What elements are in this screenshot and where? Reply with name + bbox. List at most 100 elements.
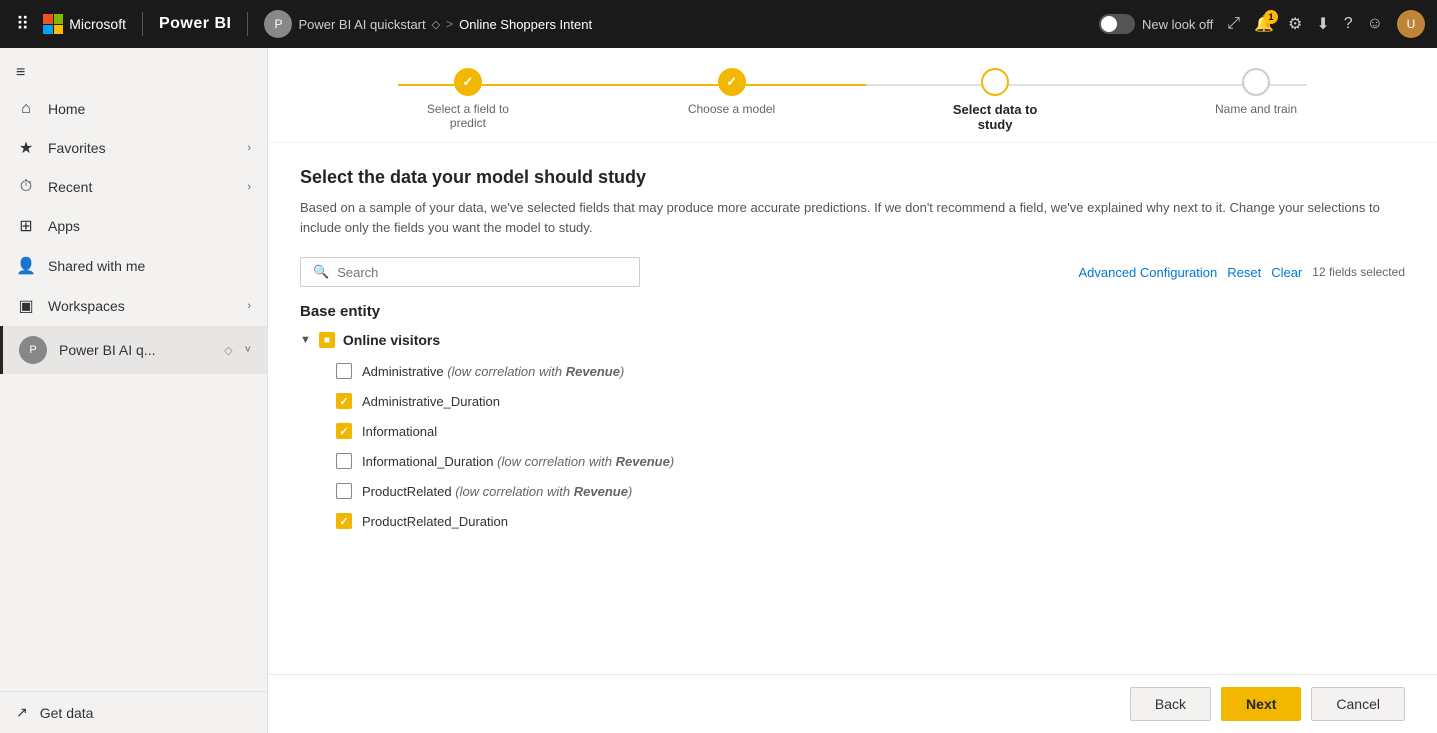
reset-link[interactable]: Reset bbox=[1227, 265, 1261, 280]
sidebar-item-label: Recent bbox=[48, 179, 235, 195]
notifications-icon[interactable]: 🔔 1 bbox=[1254, 14, 1274, 34]
field-admin-duration-label: Administrative_Duration bbox=[362, 394, 500, 409]
wizard-step-4[interactable]: Name and train bbox=[1215, 68, 1297, 116]
step2-label: Choose a model bbox=[688, 102, 775, 116]
diamond-icon: ◇ bbox=[432, 18, 440, 31]
microsoft-label: Microsoft bbox=[69, 16, 126, 32]
field-item: ProductRelated_Duration bbox=[336, 506, 1405, 536]
sidebar-item-shared[interactable]: 👤 Shared with me bbox=[0, 246, 267, 286]
step1-circle: ✓ bbox=[454, 68, 482, 96]
toggle-switch[interactable] bbox=[1099, 14, 1135, 34]
get-data-label: Get data bbox=[40, 705, 94, 721]
user-avatar[interactable]: U bbox=[1397, 10, 1425, 38]
main-content: ✓ Select a field to predict ✓ Choose a m… bbox=[268, 48, 1437, 733]
page-title: Online Shoppers Intent bbox=[459, 17, 592, 32]
field-info-duration-checkbox[interactable] bbox=[336, 453, 352, 469]
field-item: ProductRelated (low correlation with Rev… bbox=[336, 476, 1405, 506]
cancel-button[interactable]: Cancel bbox=[1311, 687, 1405, 721]
step4-circle bbox=[1242, 68, 1270, 96]
nav-divider2 bbox=[247, 12, 248, 36]
sidebar-item-workspaces[interactable]: ▣ Workspaces › bbox=[0, 286, 267, 326]
sidebar-item-favorites[interactable]: ★ Favorites › bbox=[0, 128, 267, 168]
topnav-actions: New look off ⤢ 🔔 1 ⚙ ⬇ ? ☺ U bbox=[1099, 10, 1425, 38]
sidebar-item-powerbi-ai[interactable]: P Power BI AI q... ◇ ˅ bbox=[0, 326, 267, 374]
wizard-step-1[interactable]: ✓ Select a field to predict bbox=[408, 68, 528, 130]
sidebar-bottom: ↗ Get data bbox=[0, 691, 267, 733]
newlook-label: New look off bbox=[1142, 17, 1213, 32]
field-product-duration-checkbox[interactable] bbox=[336, 513, 352, 529]
right-actions: Advanced Configuration Reset Clear 12 fi… bbox=[1078, 265, 1405, 280]
next-button[interactable]: Next bbox=[1221, 687, 1301, 721]
footer: Back Next Cancel bbox=[268, 674, 1437, 733]
field-item: Administrative_Duration bbox=[336, 386, 1405, 416]
download-icon[interactable]: ⬇ bbox=[1316, 14, 1329, 34]
chevron-icon: › bbox=[247, 181, 251, 193]
wizard-steps: ✓ Select a field to predict ✓ Choose a m… bbox=[268, 48, 1437, 143]
step2-circle: ✓ bbox=[718, 68, 746, 96]
back-button[interactable]: Back bbox=[1130, 687, 1211, 721]
field-informational-label: Informational bbox=[362, 424, 437, 439]
field-product-duration-label: ProductRelated_Duration bbox=[362, 514, 508, 529]
chevron-icon: › bbox=[247, 300, 251, 312]
powerbi-label: Power BI bbox=[159, 15, 231, 33]
field-info-duration-label: Informational_Duration (low correlation … bbox=[362, 454, 674, 469]
apps-icon: ⊞ bbox=[16, 216, 36, 236]
sidebar: ≡ ⌂ Home ★ Favorites › ⏱ Recent › ⊞ Apps… bbox=[0, 48, 268, 733]
entity-icon: ■ bbox=[319, 332, 335, 348]
settings-icon[interactable]: ⚙ bbox=[1288, 14, 1302, 34]
sidebar-item-apps[interactable]: ⊞ Apps bbox=[0, 206, 267, 246]
entity-header[interactable]: ▼ ■ Online visitors bbox=[300, 332, 1405, 348]
field-administrative-checkbox[interactable] bbox=[336, 363, 352, 379]
chevron-down-icon: ˅ bbox=[245, 344, 251, 356]
help-icon[interactable]: ? bbox=[1344, 15, 1353, 33]
sidebar-item-label: Favorites bbox=[48, 140, 235, 156]
newlook-toggle[interactable]: New look off bbox=[1099, 14, 1213, 34]
field-productrelated-label: ProductRelated (low correlation with Rev… bbox=[362, 484, 632, 499]
clear-link[interactable]: Clear bbox=[1271, 265, 1302, 280]
top-navigation: ⠿ Microsoft Power BI P Power BI AI quick… bbox=[0, 0, 1437, 48]
hamburger-menu[interactable]: ≡ bbox=[0, 56, 267, 90]
sidebar-item-recent[interactable]: ⏱ Recent › bbox=[0, 168, 267, 206]
chevron-icon: › bbox=[247, 142, 251, 154]
section-description: Based on a sample of your data, we've se… bbox=[300, 198, 1405, 237]
field-informational-checkbox[interactable] bbox=[336, 423, 352, 439]
search-input[interactable] bbox=[337, 265, 627, 280]
sidebar-item-label: Shared with me bbox=[48, 258, 251, 274]
home-icon: ⌂ bbox=[16, 100, 36, 118]
shared-icon: 👤 bbox=[16, 256, 36, 276]
nav-divider bbox=[142, 12, 143, 36]
sidebar-item-home[interactable]: ⌂ Home bbox=[0, 90, 267, 128]
workspace-avatar[interactable]: P bbox=[264, 10, 292, 38]
workspaces-icon: ▣ bbox=[16, 296, 36, 316]
step3-label: Select data to study bbox=[935, 102, 1055, 132]
ms-logo-icon bbox=[43, 14, 63, 34]
recent-icon: ⏱ bbox=[16, 178, 36, 196]
breadcrumb: P Power BI AI quickstart ◇ > Online Shop… bbox=[264, 10, 1089, 38]
field-admin-duration-checkbox[interactable] bbox=[336, 393, 352, 409]
wizard-step-3[interactable]: Select data to study bbox=[935, 68, 1055, 132]
sidebar-item-label: Workspaces bbox=[48, 298, 235, 314]
field-administrative-label: Administrative (low correlation with Rev… bbox=[362, 364, 624, 379]
sidebar-item-label: Apps bbox=[48, 218, 251, 234]
step3-circle bbox=[981, 68, 1009, 96]
feedback-icon[interactable]: ☺ bbox=[1367, 15, 1383, 33]
base-entity-label: Base entity bbox=[300, 303, 1405, 320]
section-title: Select the data your model should study bbox=[300, 167, 1405, 188]
entity-group: ▼ ■ Online visitors Administrative (low … bbox=[300, 332, 1405, 536]
sidebar-item-label: Power BI AI q... bbox=[59, 342, 212, 358]
step4-label: Name and train bbox=[1215, 102, 1297, 116]
get-data-icon: ↗ bbox=[16, 704, 28, 721]
field-productrelated-checkbox[interactable] bbox=[336, 483, 352, 499]
expand-icon[interactable]: ⤢ bbox=[1227, 15, 1240, 33]
waffle-icon[interactable]: ⠿ bbox=[12, 10, 33, 39]
workspace-name[interactable]: Power BI AI quickstart bbox=[298, 17, 425, 32]
search-actions-row: 🔍 Advanced Configuration Reset Clear 12 … bbox=[300, 257, 1405, 287]
search-box[interactable]: 🔍 bbox=[300, 257, 640, 287]
wizard-step-2[interactable]: ✓ Choose a model bbox=[688, 68, 775, 116]
workspace-icon: P bbox=[19, 336, 47, 364]
entity-collapse-icon[interactable]: ▼ bbox=[300, 334, 311, 346]
favorites-icon: ★ bbox=[16, 138, 36, 158]
advanced-config-link[interactable]: Advanced Configuration bbox=[1078, 265, 1217, 280]
entity-name: Online visitors bbox=[343, 332, 440, 348]
get-data-button[interactable]: ↗ Get data bbox=[16, 704, 251, 721]
